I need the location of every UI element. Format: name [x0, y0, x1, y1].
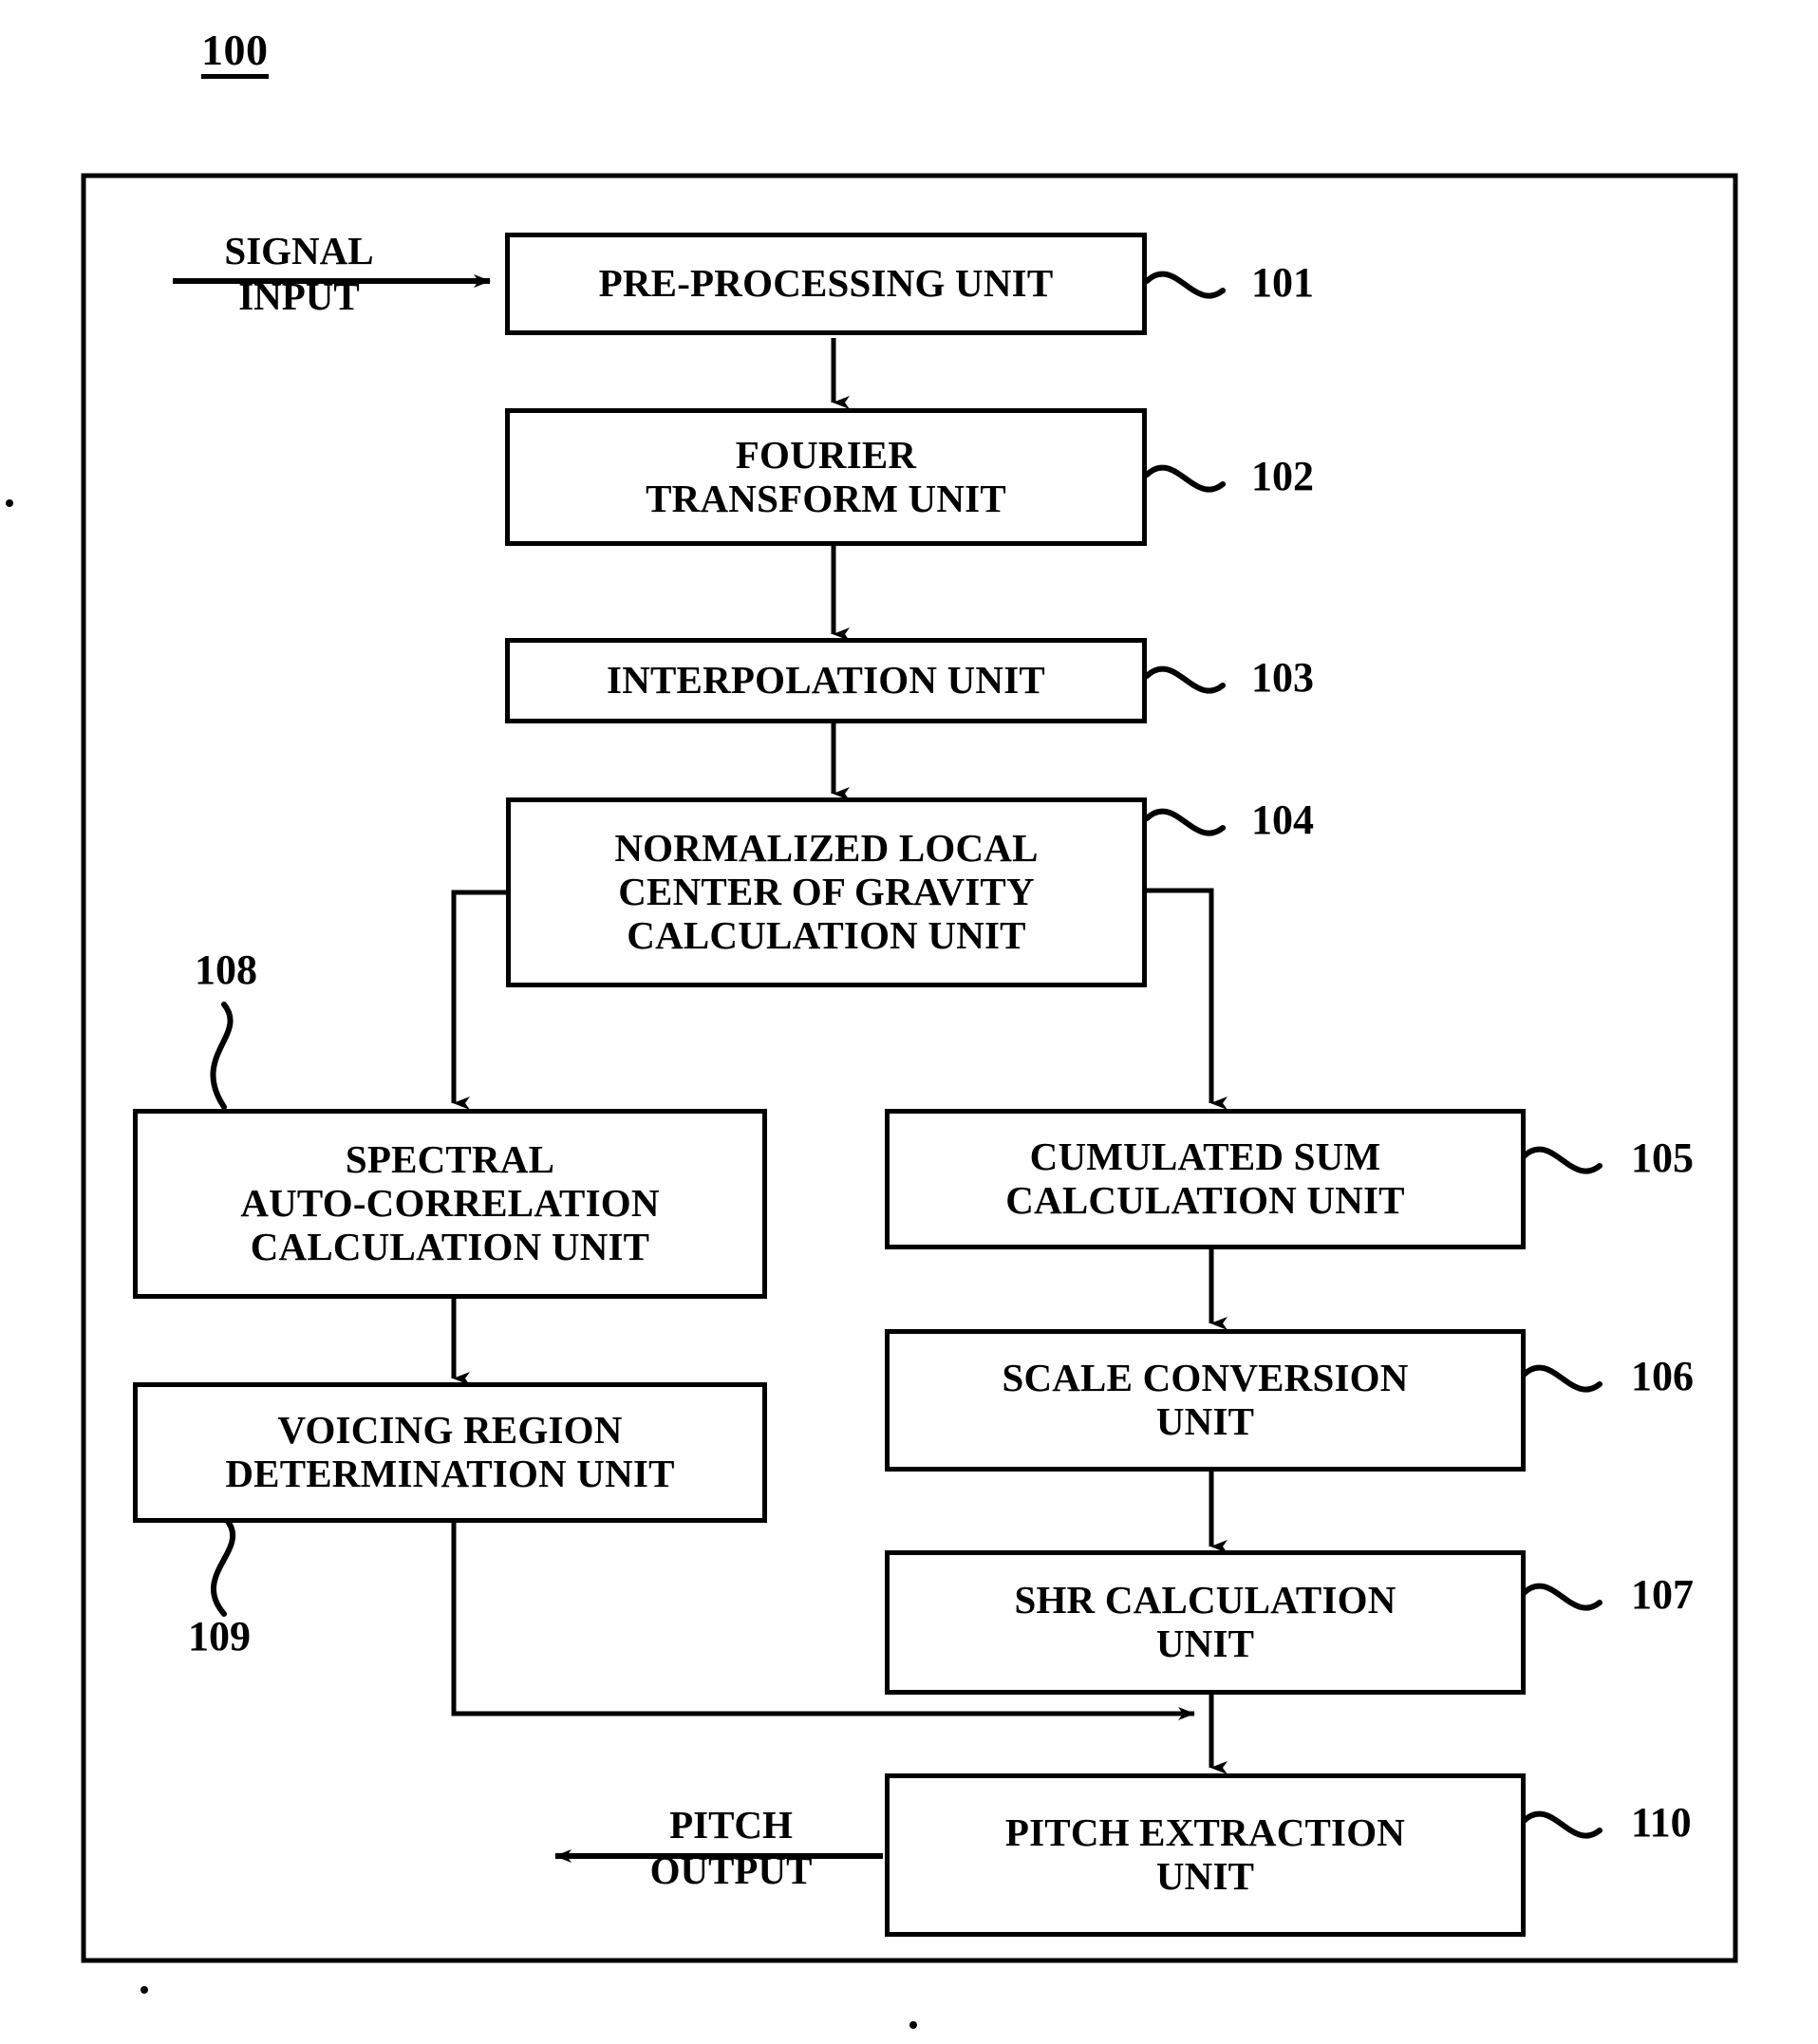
block-fourier-transform-unit[interactable]: FOURIER TRANSFORM UNIT: [505, 408, 1147, 546]
scan-speck: [909, 2021, 917, 2029]
block-spectral-auto-correlation-calculation-unit[interactable]: SPECTRAL AUTO-CORRELATION CALCULATION UN…: [133, 1109, 767, 1299]
ref-number-105: 105: [1631, 1135, 1694, 1181]
patent-figure-page: 100 SIGNAL INPUT PITCH OUTPUT PRE-PROCES…: [0, 0, 1818, 2044]
leader-108: [210, 1002, 234, 1110]
block-voicing-region-determination-unit[interactable]: VOICING REGION DETERMINATION UNIT: [133, 1382, 767, 1523]
block-cumulated-sum-calculation-unit[interactable]: CUMULATED SUM CALCULATION UNIT: [885, 1109, 1526, 1249]
block-interpolation-unit[interactable]: INTERPOLATION UNIT: [505, 638, 1147, 723]
scan-speck: [6, 499, 13, 507]
signal-input-label: SIGNAL INPUT: [224, 229, 374, 319]
block-shr-calculation-unit[interactable]: SHR CALCULATION UNIT: [885, 1550, 1526, 1695]
arrow-104-to-105: [1144, 888, 1228, 1110]
block-label: CUMULATED SUM CALCULATION UNIT: [1005, 1135, 1405, 1222]
block-pre-processing-unit[interactable]: PRE-PROCESSING UNIT: [505, 233, 1147, 335]
block-normalized-local-center-of-gravity-calculation-unit[interactable]: NORMALIZED LOCAL CENTER OF GRAVITY CALCU…: [506, 797, 1147, 987]
leader-101: [1144, 271, 1226, 299]
ref-number-103: 103: [1251, 654, 1314, 701]
ref-number-104: 104: [1251, 797, 1314, 843]
block-pitch-extraction-unit[interactable]: PITCH EXTRACTION UNIT: [885, 1773, 1526, 1937]
ref-number-106: 106: [1631, 1353, 1694, 1399]
leader-109: [210, 1516, 235, 1617]
ref-number-108: 108: [195, 947, 257, 993]
block-label: NORMALIZED LOCAL CENTER OF GRAVITY CALCU…: [614, 826, 1039, 957]
leader-110: [1521, 1810, 1602, 1839]
ref-number-109: 109: [188, 1613, 251, 1660]
block-label: PITCH EXTRACTION UNIT: [1004, 1810, 1406, 1898]
leader-107: [1521, 1583, 1602, 1611]
block-label: FOURIER TRANSFORM UNIT: [646, 432, 1006, 520]
block-label: PRE-PROCESSING UNIT: [598, 261, 1054, 306]
block-label: VOICING REGION DETERMINATION UNIT: [225, 1408, 675, 1495]
ref-number-110: 110: [1631, 1799, 1692, 1846]
block-label: SPECTRAL AUTO-CORRELATION CALCULATION UN…: [240, 1137, 660, 1268]
block-label: SHR CALCULATION UNIT: [1014, 1578, 1396, 1665]
scan-speck: [141, 1986, 148, 1994]
leader-105: [1521, 1146, 1602, 1174]
ref-number-107: 107: [1631, 1571, 1694, 1618]
leader-102: [1144, 464, 1226, 493]
arrow-104-to-108: [451, 890, 511, 1110]
ref-number-101: 101: [1251, 259, 1314, 306]
leader-104: [1144, 808, 1226, 836]
block-label: INTERPOLATION UNIT: [607, 658, 1045, 703]
leader-103: [1144, 666, 1226, 694]
leader-106: [1521, 1364, 1602, 1393]
pitch-output-label: PITCH OUTPUT: [649, 1803, 813, 1893]
block-scale-conversion-unit[interactable]: SCALE CONVERSION UNIT: [885, 1329, 1526, 1472]
ref-number-102: 102: [1251, 453, 1314, 499]
block-label: SCALE CONVERSION UNIT: [1002, 1356, 1409, 1443]
